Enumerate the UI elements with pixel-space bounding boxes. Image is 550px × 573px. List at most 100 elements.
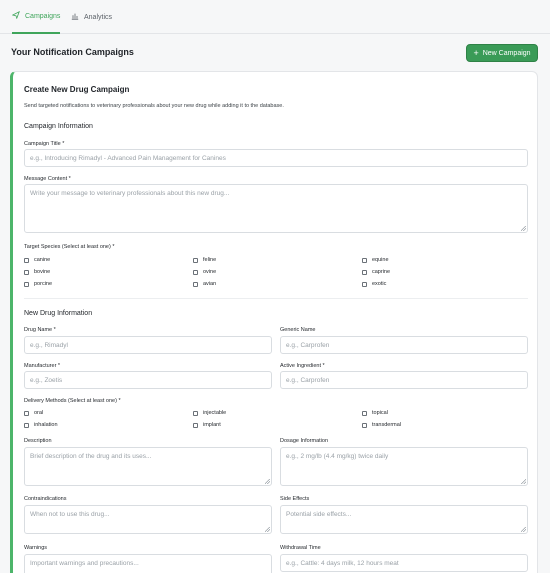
resize-handle-icon[interactable] (521, 527, 526, 532)
delivery-checkbox-transdermal[interactable]: transdermal (362, 422, 401, 428)
form-title: Create New Drug Campaign (24, 85, 130, 94)
drug-name-placeholder: e.g., Rimadyl (30, 341, 68, 349)
section-divider (24, 298, 528, 299)
checkbox-icon[interactable] (362, 281, 367, 287)
species-checkbox-exotic[interactable]: exotic (362, 281, 386, 287)
checkbox-label: porcine (34, 281, 53, 287)
description-textarea[interactable]: Brief description of the drug and its us… (24, 447, 272, 486)
drug-name-label: Drug Name * (24, 327, 56, 333)
checkbox-label: bovine (34, 269, 51, 275)
species-checkbox-ovine[interactable]: ovine (193, 269, 216, 275)
contraindications-textarea[interactable]: When not to use this drug... (24, 505, 272, 534)
resize-handle-icon[interactable] (521, 226, 526, 231)
checkbox-icon[interactable] (193, 257, 198, 263)
species-checkbox-feline[interactable]: feline (193, 257, 216, 263)
species-checkbox-caprine[interactable]: caprine (362, 269, 390, 275)
species-label: Target Species (Select at least one) * (24, 244, 115, 250)
warnings-textarea[interactable]: Important warnings and precautions... (24, 554, 272, 573)
contraindications-label: Contraindications (24, 496, 67, 502)
tab-analytics[interactable]: Analytics (71, 0, 112, 34)
resize-handle-icon[interactable] (521, 479, 526, 484)
generic-name-placeholder: e.g., Carprofen (286, 341, 330, 349)
tab-bar: Campaigns Analytics (0, 0, 550, 34)
checkbox-icon[interactable] (24, 422, 29, 428)
delivery-checkbox-injectable[interactable]: injectable (193, 410, 226, 416)
description-label: Description (24, 438, 52, 444)
checkbox-label: topical (372, 410, 388, 416)
dosage-textarea[interactable]: e.g., 2 mg/lb (4.4 mg/kg) twice daily (280, 447, 528, 486)
warnings-label: Warnings (24, 545, 48, 551)
checkbox-icon[interactable] (24, 410, 29, 416)
checkbox-icon[interactable] (362, 422, 367, 428)
campaign-section-title: Campaign Information (24, 123, 93, 130)
create-campaign-card: Create New Drug Campaign Send targeted n… (10, 71, 538, 573)
delivery-checkbox-inhalation[interactable]: inhalation (24, 422, 58, 428)
drug-name-input[interactable]: e.g., Rimadyl (24, 336, 272, 354)
checkbox-icon[interactable] (193, 410, 198, 416)
manufacturer-input[interactable]: e.g., Zoetis (24, 371, 272, 389)
resize-handle-icon[interactable] (265, 527, 270, 532)
checkbox-icon[interactable] (193, 269, 198, 275)
bar-chart-icon (71, 12, 79, 22)
checkbox-icon[interactable] (24, 281, 29, 287)
active-ingredient-placeholder: e.g., Carprofen (286, 376, 330, 384)
side-effects-textarea[interactable]: Potential side effects... (280, 505, 528, 534)
checkbox-label: equine (372, 257, 389, 263)
generic-name-label: Generic Name (280, 327, 316, 333)
manufacturer-placeholder: e.g., Zoetis (30, 376, 63, 384)
delivery-checkbox-implant[interactable]: implant (193, 422, 221, 428)
dosage-label: Dosage Information (280, 438, 328, 444)
plus-icon: + (473, 47, 479, 58)
delivery-label: Delivery Methods (Select at least one) * (24, 398, 121, 404)
side-effects-placeholder: Potential side effects... (286, 511, 352, 518)
campaign-title-input[interactable]: e.g., Introducing Rimadyl - Advanced Pai… (24, 149, 528, 167)
new-campaign-label: New Campaign (482, 49, 531, 57)
species-checkbox-canine[interactable]: canine (24, 257, 50, 263)
checkbox-label: implant (203, 422, 221, 428)
checkbox-label: canine (34, 257, 51, 263)
withdrawal-time-input[interactable]: e.g., Cattle: 4 days milk, 12 hours meat (280, 554, 528, 572)
checkbox-icon[interactable] (362, 410, 367, 416)
checkbox-label: caprine (372, 269, 391, 275)
checkbox-icon[interactable] (24, 269, 29, 275)
drug-section-title: New Drug Information (24, 310, 93, 317)
checkbox-icon[interactable] (193, 281, 198, 287)
contraindications-placeholder: When not to use this drug... (30, 511, 110, 518)
side-effects-label: Side Effects (280, 496, 310, 502)
message-label: Message Content * (24, 176, 71, 182)
species-checkbox-porcine[interactable]: porcine (24, 281, 52, 287)
checkbox-label: injectable (203, 410, 227, 416)
generic-name-input[interactable]: e.g., Carprofen (280, 336, 528, 354)
delivery-checkbox-oral[interactable]: oral (24, 410, 43, 416)
withdrawal-time-label: Withdrawal Time (280, 545, 321, 551)
tab-campaigns[interactable]: Campaigns (11, 0, 61, 34)
checkbox-label: avian (203, 281, 217, 287)
active-ingredient-label: Active Ingredient * (280, 363, 325, 369)
campaign-title-label: Campaign Title * (24, 141, 65, 147)
warnings-placeholder: Important warnings and precautions... (30, 560, 139, 567)
checkbox-label: inhalation (34, 422, 58, 428)
checkbox-icon[interactable] (24, 257, 29, 263)
checkbox-label: feline (203, 257, 217, 263)
species-checkbox-bovine[interactable]: bovine (24, 269, 50, 275)
send-icon (11, 10, 20, 21)
checkbox-icon[interactable] (193, 422, 198, 428)
checkbox-label: oral (34, 410, 44, 416)
delivery-checkbox-topical[interactable]: topical (362, 410, 388, 416)
species-checkbox-avian[interactable]: avian (193, 281, 216, 287)
checkbox-icon[interactable] (362, 257, 367, 263)
checkbox-label: transdermal (372, 422, 402, 428)
checkbox-icon[interactable] (362, 269, 367, 275)
resize-handle-icon[interactable] (265, 479, 270, 484)
species-checkbox-equine[interactable]: equine (362, 257, 389, 263)
active-ingredient-input[interactable]: e.g., Carprofen (280, 371, 528, 389)
withdrawal-time-placeholder: e.g., Cattle: 4 days milk, 12 hours meat (286, 559, 399, 567)
manufacturer-label: Manufacturer * (24, 363, 61, 369)
checkbox-label: ovine (203, 269, 217, 275)
message-placeholder: Write your message to veterinary profess… (30, 190, 230, 197)
message-textarea[interactable]: Write your message to veterinary profess… (24, 184, 528, 233)
page-title: Your Notification Campaigns (11, 47, 134, 57)
form-subtitle: Send targeted notifications to veterinar… (24, 103, 284, 109)
dosage-placeholder: e.g., 2 mg/lb (4.4 mg/kg) twice daily (286, 453, 389, 460)
new-campaign-button[interactable]: + New Campaign (466, 44, 538, 62)
